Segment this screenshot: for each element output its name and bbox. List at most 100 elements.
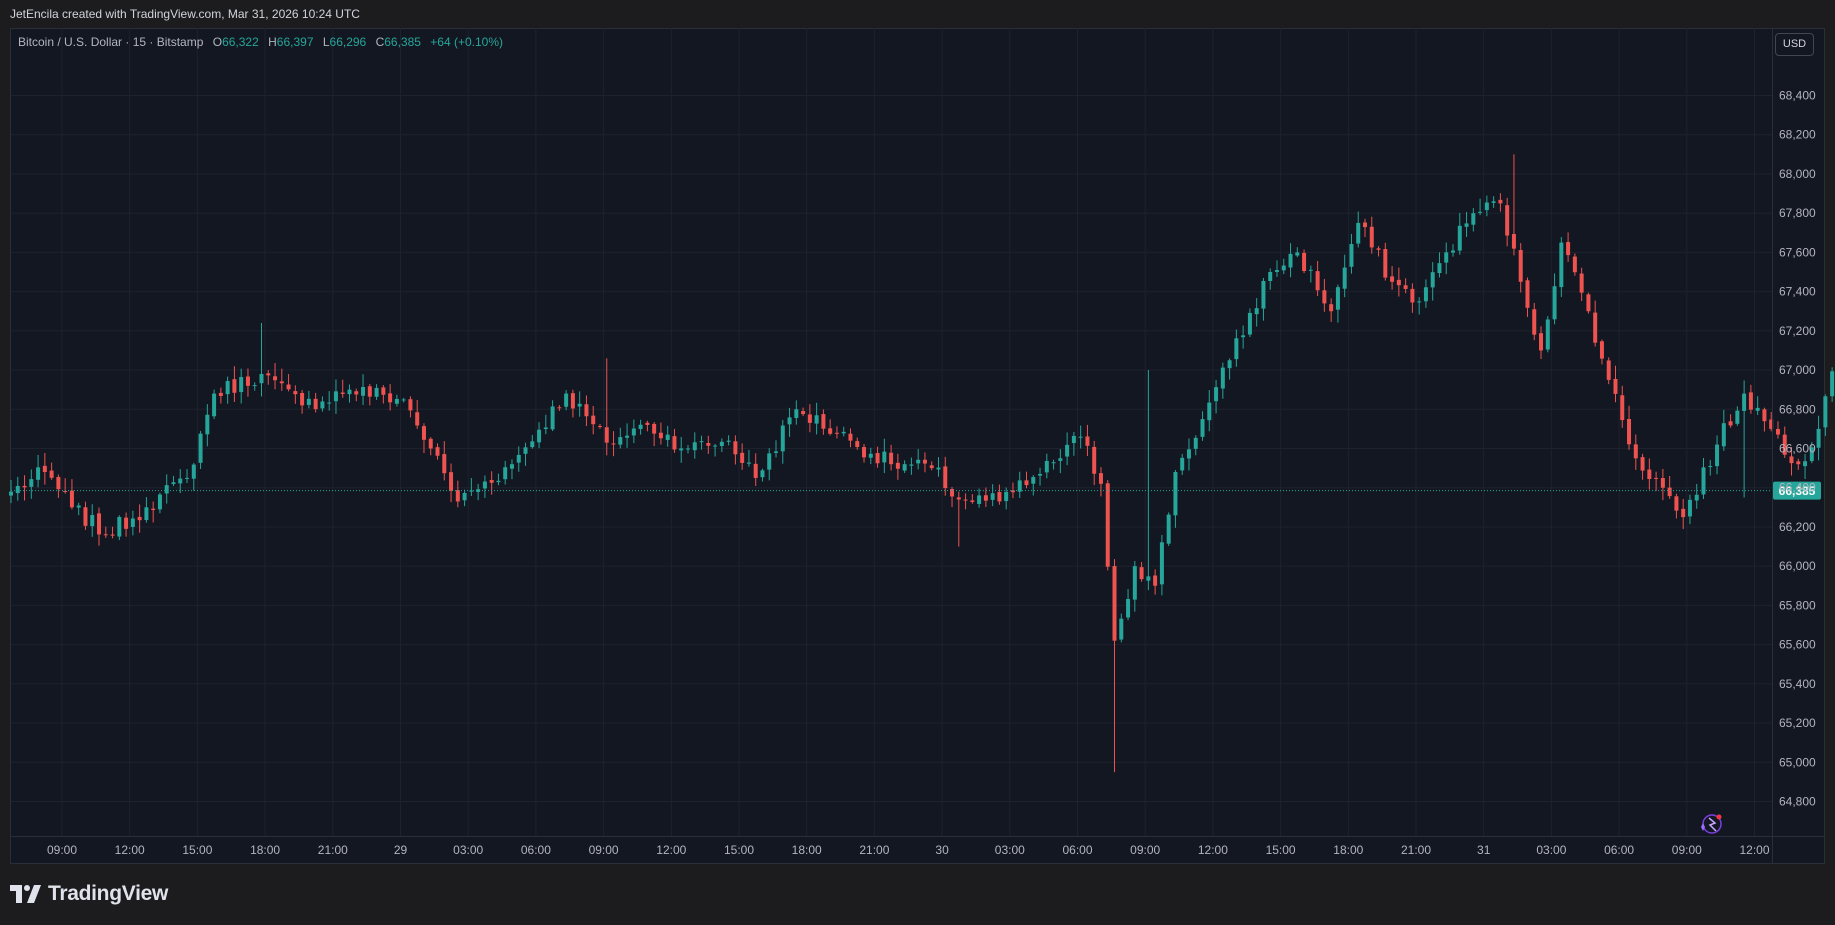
candle-body	[347, 389, 352, 395]
candle-body	[1633, 444, 1638, 459]
candle	[713, 443, 718, 457]
candle-body	[171, 482, 176, 485]
time-tick-label: 12:00	[1198, 843, 1228, 857]
candle	[1660, 468, 1665, 501]
candle-body	[523, 447, 528, 454]
candle	[428, 437, 433, 456]
candle	[1071, 431, 1076, 456]
candle	[36, 454, 41, 488]
last-price-line: 66,385	[11, 481, 1821, 500]
candle-body	[1484, 202, 1489, 211]
candles	[9, 154, 1835, 773]
candle	[1234, 329, 1239, 367]
candle	[347, 384, 352, 403]
candle	[1775, 421, 1780, 439]
candle	[252, 382, 257, 391]
candle-body	[658, 432, 663, 439]
candle-body	[1430, 272, 1435, 288]
candle-body	[733, 441, 738, 455]
candle-body	[719, 441, 724, 446]
candle	[1525, 277, 1530, 317]
candle-body	[137, 516, 142, 521]
candle-body	[970, 500, 975, 503]
candle-body	[604, 427, 609, 443]
candle	[1464, 211, 1469, 237]
footer-brand[interactable]: TradingView	[10, 882, 168, 906]
candle-body	[1383, 249, 1388, 278]
candle-body	[374, 387, 379, 397]
candle-body	[1342, 267, 1347, 289]
candle	[1044, 453, 1049, 479]
candle-body	[381, 387, 386, 395]
candlestick-chart[interactable]: 66,385 64,800 65,000 65,200 65,400 65,600 65,…	[0, 0, 1835, 925]
candle-body	[1207, 402, 1212, 421]
candle-body	[1017, 480, 1022, 492]
candle	[604, 358, 609, 456]
price-tick-label: 66,000	[1779, 559, 1816, 573]
candle-body	[320, 401, 325, 409]
candle-body	[1478, 211, 1483, 213]
candle-body	[990, 493, 995, 500]
candle	[895, 453, 900, 480]
candle	[1755, 396, 1760, 415]
candle-body	[225, 381, 230, 395]
time-tick-label: 21:00	[1401, 843, 1431, 857]
candle	[191, 462, 196, 491]
time-tick-label: 29	[394, 843, 408, 857]
candle	[1606, 357, 1611, 385]
candle	[1396, 267, 1401, 297]
candle	[706, 435, 711, 454]
candle	[1613, 365, 1618, 403]
candle	[415, 400, 420, 429]
candle	[1742, 380, 1747, 498]
candle	[868, 447, 873, 465]
candle	[1112, 559, 1117, 773]
candle	[435, 443, 440, 460]
candle	[1647, 458, 1652, 490]
candle-body	[1586, 294, 1591, 312]
price-tick-label: 67,800	[1779, 206, 1816, 220]
candle-body	[1437, 263, 1442, 274]
candle-body	[103, 534, 108, 536]
candle	[882, 438, 887, 474]
candle-body	[1281, 265, 1286, 271]
candle	[15, 476, 20, 501]
candle-body	[496, 480, 501, 483]
candle-body	[591, 415, 596, 425]
candle	[1816, 415, 1821, 461]
candle-body	[300, 392, 305, 406]
candle-body	[1775, 428, 1780, 435]
candle-body	[1444, 252, 1449, 263]
candle	[97, 507, 102, 546]
candle	[449, 463, 454, 503]
candle-body	[198, 433, 203, 463]
candle	[1227, 358, 1232, 380]
candle-body	[367, 386, 372, 397]
candle	[178, 469, 183, 494]
candle-body	[936, 467, 941, 470]
candle	[760, 468, 765, 482]
candle-body	[1606, 360, 1611, 380]
candle-body	[652, 423, 657, 434]
candle	[300, 389, 305, 414]
currency-button[interactable]: USD	[1775, 33, 1814, 56]
price-tick-label: 66,600	[1779, 442, 1816, 456]
candle	[1566, 232, 1571, 262]
candle-body	[273, 376, 278, 381]
candle	[1471, 208, 1476, 232]
candle	[875, 446, 880, 468]
candle	[950, 486, 955, 508]
candle-body	[537, 429, 542, 443]
candle	[63, 478, 68, 494]
candle-body	[90, 515, 95, 527]
candle	[577, 391, 582, 417]
candle	[557, 405, 562, 411]
candle	[902, 460, 907, 473]
candle	[381, 385, 386, 404]
price-tick-label: 65,200	[1779, 716, 1816, 730]
low-label: L	[322, 35, 330, 49]
candle-body	[713, 445, 718, 447]
candle-body	[550, 406, 555, 430]
candle-body	[1180, 457, 1185, 471]
candle	[611, 431, 616, 457]
